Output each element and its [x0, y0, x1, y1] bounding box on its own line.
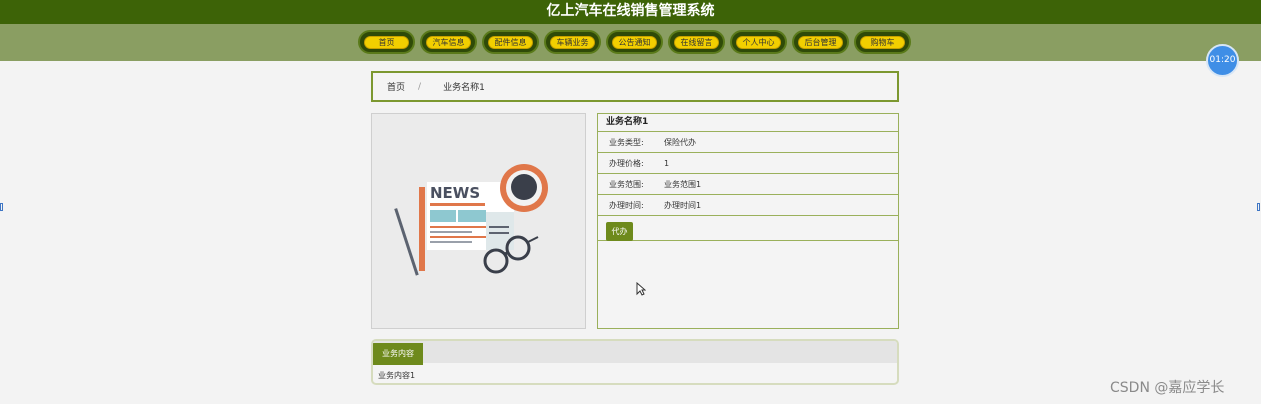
detail-value: 保险代办: [664, 137, 696, 147]
detail-value: 办理时间1: [664, 200, 702, 210]
detail-row-time: 办理时间: 办理时间1: [598, 195, 898, 216]
detail-label: 业务类型:: [609, 137, 644, 147]
tab-service-content[interactable]: 业务内容: [373, 343, 423, 365]
site-header: 亿上汽车在线销售管理系统: [0, 0, 1261, 24]
content-panel: 业务内容 业务内容1: [371, 339, 899, 385]
breadcrumb-current: 业务名称1: [443, 83, 485, 93]
detail-value: 1: [664, 158, 670, 168]
nav-item-admin[interactable]: 后台管理: [792, 30, 849, 54]
nav-item-home[interactable]: 首页: [358, 30, 415, 54]
nav-item-personal-center[interactable]: 个人中心: [730, 30, 787, 54]
mouse-pointer-icon: [636, 282, 646, 296]
site-title: 亿上汽车在线销售管理系统: [546, 3, 715, 19]
nav-item-cart[interactable]: 购物车: [854, 30, 911, 54]
content-tabs: 业务内容: [373, 341, 897, 365]
news-illustration-icon: NEWS: [394, 164, 548, 276]
nav-label: 汽车信息: [426, 35, 471, 49]
nav-label: 个人中心: [736, 35, 781, 49]
detail-label: 办理时间:: [609, 200, 644, 210]
action-area: 代办: [598, 216, 898, 241]
nav-item-vehicle-services[interactable]: 车辆业务: [544, 30, 601, 54]
nav-label: 车辆业务: [550, 35, 595, 49]
nav-label: 购物车: [860, 35, 905, 49]
detail-row-price: 办理价格: 1: [598, 153, 898, 174]
breadcrumb-separator: /: [418, 81, 422, 92]
nav-label: 在线留言: [674, 35, 719, 49]
detail-row-scope: 业务范围: 业务范围1: [598, 174, 898, 195]
detail-row-type: 业务类型: 保险代办: [598, 132, 898, 153]
apply-button[interactable]: 代办: [606, 222, 633, 241]
nav-label: 后台管理: [798, 35, 843, 49]
detail-value: 业务范围1: [664, 179, 702, 189]
breadcrumb-home[interactable]: 首页: [387, 80, 405, 93]
nav-label: 首页: [364, 35, 409, 49]
left-edge-marker: [0, 203, 3, 211]
detail-label: 办理价格:: [609, 158, 644, 168]
detail-label: 业务范围:: [609, 179, 644, 189]
breadcrumb: 首页 / 业务名称1: [371, 71, 899, 102]
service-name: 业务名称1: [598, 114, 898, 132]
main-nav: 首页 汽车信息 配件信息 车辆业务 公告通知 在线留言 个人中心 后台管理 购物…: [0, 24, 1261, 61]
nav-item-messages[interactable]: 在线留言: [668, 30, 725, 54]
news-headline: NEWS: [430, 184, 480, 202]
nav-label: 配件信息: [488, 35, 533, 49]
service-detail-panel: 业务名称1 业务类型: 保险代办 办理价格: 1 业务范围: 业务范围1 办理时…: [597, 113, 899, 329]
nav-label: 公告通知: [612, 35, 657, 49]
service-content-text: 业务内容1: [378, 371, 416, 380]
nav-item-announcements[interactable]: 公告通知: [606, 30, 663, 54]
right-edge-marker: [1257, 203, 1260, 211]
nav-list: 首页 汽车信息 配件信息 车辆业务 公告通知 在线留言 个人中心 后台管理 购物…: [358, 30, 911, 54]
nav-item-car-info[interactable]: 汽车信息: [420, 30, 477, 54]
timer-badge[interactable]: 01:20: [1206, 44, 1239, 77]
nav-item-parts-info[interactable]: 配件信息: [482, 30, 539, 54]
watermark: CSDN @嘉应学长: [1110, 380, 1225, 396]
service-image: NEWS: [371, 113, 586, 329]
